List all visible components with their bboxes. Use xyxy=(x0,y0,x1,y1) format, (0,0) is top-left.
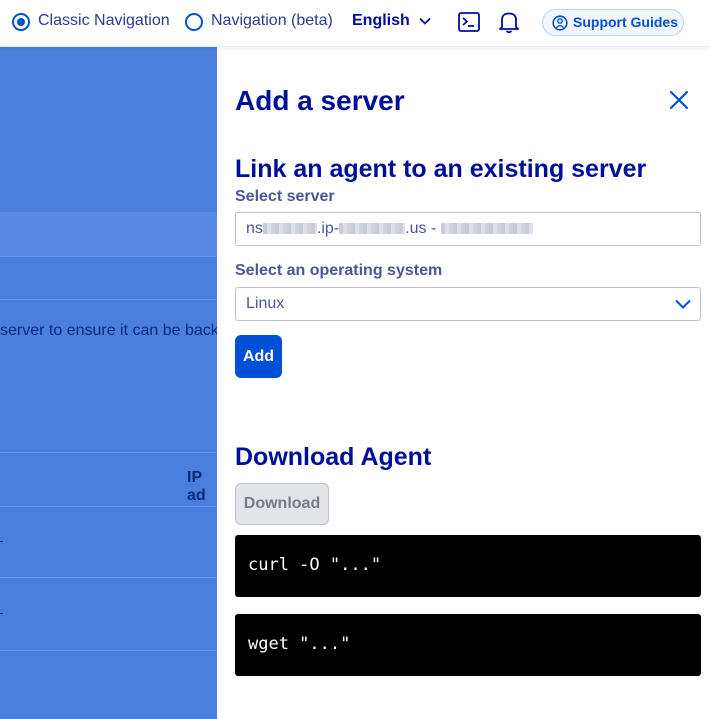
background-text-fragment: server to ensure it can be back xyxy=(0,322,217,339)
classic-navigation-radio[interactable] xyxy=(12,13,30,31)
close-icon[interactable] xyxy=(668,89,690,111)
download-button[interactable]: Download xyxy=(235,483,329,525)
background-table-header: IP ad xyxy=(187,469,206,504)
terminal-icon[interactable] xyxy=(458,11,480,33)
link-agent-section-title: Link an agent to an existing server xyxy=(235,155,647,183)
select-os-label: Select an operating system xyxy=(235,262,443,279)
add-server-panel: Add a server Link an agent to an existin… xyxy=(217,47,710,719)
curl-command-block[interactable]: curl -O "..." xyxy=(235,535,701,597)
classic-navigation-label[interactable]: Classic Navigation xyxy=(38,12,170,30)
wget-command-block[interactable]: wget "..." xyxy=(235,614,701,676)
beta-navigation-label[interactable]: Navigation (beta) xyxy=(211,12,333,30)
support-icon xyxy=(552,15,568,31)
top-navigation-bar: Classic Navigation Navigation (beta) Eng… xyxy=(0,0,710,47)
select-server-label: Select server xyxy=(235,188,335,205)
redacted-text xyxy=(339,223,406,234)
add-button[interactable]: Add xyxy=(235,335,282,378)
support-guides-label: Support Guides xyxy=(573,14,678,30)
redacted-text xyxy=(440,223,533,234)
os-select[interactable]: Linux xyxy=(235,287,701,321)
background-highlight-row xyxy=(0,212,217,256)
download-agent-title: Download Agent xyxy=(235,443,432,471)
redacted-text xyxy=(262,223,317,234)
chevron-down-icon xyxy=(675,299,691,309)
language-selector[interactable]: English xyxy=(352,12,410,30)
panel-title: Add a server xyxy=(235,85,405,116)
support-guides-button[interactable]: Support Guides xyxy=(542,9,684,36)
server-input[interactable]: ns .ip- .us - xyxy=(235,212,701,246)
background-page-overlay: server to ensure it can be back IP ad xyxy=(0,47,217,719)
os-select-value: Linux xyxy=(246,295,285,312)
chevron-down-icon[interactable] xyxy=(418,14,432,28)
beta-navigation-radio[interactable] xyxy=(185,13,203,31)
bell-icon[interactable] xyxy=(498,10,520,34)
